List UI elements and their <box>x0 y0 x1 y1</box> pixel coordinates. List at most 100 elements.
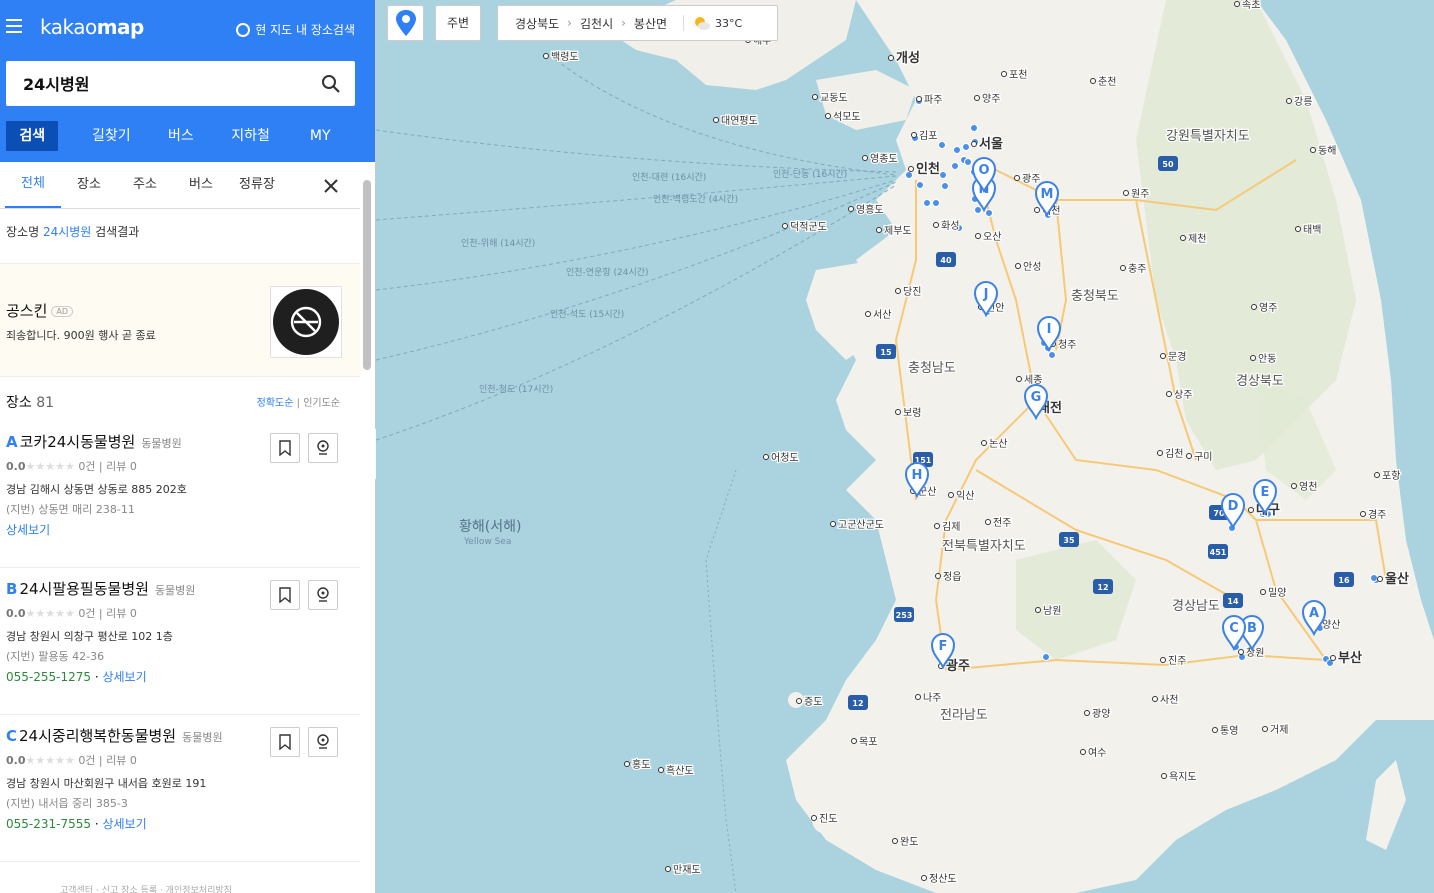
breadcrumb-province[interactable]: 경상북도 <box>515 15 559 32</box>
filter-tab-bus[interactable]: 버스 <box>173 162 229 208</box>
result-dot[interactable] <box>985 209 993 217</box>
result-links: 055-231-7555 · 상세보기 <box>6 817 147 831</box>
tab-directions[interactable]: 길찾기 <box>76 121 146 151</box>
result-dot[interactable] <box>923 199 931 207</box>
current-location-button[interactable] <box>387 5 424 41</box>
result-dot[interactable] <box>905 171 913 179</box>
result-item[interactable]: A 코카24시동물병원 동물병원 0.0★★★★★ 0건 | 리뷰 0 경남 김해시… <box>0 421 360 568</box>
result-dot[interactable] <box>970 124 978 132</box>
result-dot[interactable] <box>941 182 949 190</box>
city-label: 부산 <box>1338 650 1362 666</box>
city-label: 구미 <box>1194 451 1212 463</box>
city-dot <box>935 573 941 579</box>
result-dot[interactable] <box>939 171 947 179</box>
detail-link[interactable]: 상세보기 <box>102 817 146 831</box>
weather-widget[interactable]: 33°C <box>683 15 742 31</box>
city-dot <box>713 117 719 123</box>
result-dot[interactable] <box>1042 653 1050 661</box>
location-pin-icon <box>317 587 329 602</box>
result-dot[interactable] <box>964 158 972 166</box>
breadcrumb-city[interactable]: 김천시 <box>580 15 613 32</box>
result-dot[interactable] <box>962 143 970 151</box>
city-dot <box>1262 726 1268 732</box>
filter-tab-stop[interactable]: 정류장 <box>229 162 285 208</box>
result-title[interactable]: B 24시팔용필동물병원 동물병원 <box>6 578 195 599</box>
sort-popular[interactable]: 인기도순 <box>303 398 340 409</box>
city-dot <box>1234 1 1240 7</box>
city-label: 논산 <box>989 438 1007 450</box>
scroll-thumb[interactable] <box>363 180 371 370</box>
region-breadcrumb: 경상북도 › 김천시 › 봉산면 33°C <box>497 5 778 41</box>
result-dot[interactable] <box>1048 351 1056 359</box>
city-dot <box>782 223 788 229</box>
city-dot <box>1161 773 1167 779</box>
menu-icon[interactable] <box>6 19 22 33</box>
phone-number[interactable]: 055-231-7555 <box>6 817 91 831</box>
map-canvas[interactable]: 504015151351225370451141612인천-대련 (16시간) 인… <box>376 0 1434 893</box>
city-label: 영천 <box>1299 481 1317 493</box>
route-button[interactable] <box>308 580 338 610</box>
region-label: 전라남도 <box>940 708 988 723</box>
search-icon[interactable] <box>321 74 341 94</box>
bookmark-button[interactable] <box>270 727 300 757</box>
city-dot <box>1251 304 1257 310</box>
city-label: 나주 <box>923 692 941 704</box>
city-dot <box>830 521 836 527</box>
sidebar-scrollbar[interactable] <box>362 166 372 886</box>
tab-my[interactable]: MY <box>285 121 355 151</box>
city-label: 홍도 <box>632 758 650 771</box>
filter-tab-address[interactable]: 주소 <box>117 162 173 208</box>
city-label: 진도 <box>819 813 837 825</box>
city-dot <box>981 440 987 446</box>
city-label: 양주 <box>982 93 1000 105</box>
result-item[interactable]: C 24시중리행복한동물병원 동물병원 0.0★★★★★ 0건 | 리뷰 0 경남 … <box>0 715 360 862</box>
breadcrumb-town[interactable]: 봉산면 <box>634 15 667 32</box>
result-title[interactable]: A 코카24시동물병원 동물병원 <box>6 431 182 452</box>
result-dot[interactable] <box>916 181 924 189</box>
result-dot[interactable] <box>974 206 982 214</box>
city-dot <box>543 53 549 59</box>
map-area-search-toggle[interactable]: 현 지도 내 장소검색 <box>236 21 355 38</box>
route-button[interactable] <box>308 727 338 757</box>
highway-number: 15 <box>880 348 892 357</box>
sort-accuracy[interactable]: 정확도순 <box>257 398 294 409</box>
ad-thumbnail[interactable] <box>270 286 342 358</box>
city-dot <box>1080 749 1086 755</box>
result-title[interactable]: C 24시중리행복한동물병원 동물병원 <box>6 725 223 746</box>
city-dot <box>1260 589 1266 595</box>
tab-bus[interactable]: 버스 <box>146 121 216 151</box>
city-dot <box>1090 78 1096 84</box>
city-label: 원주 <box>1131 188 1149 200</box>
search-input[interactable] <box>21 72 315 93</box>
result-dot[interactable] <box>951 162 959 170</box>
city-dot <box>1377 576 1383 582</box>
filter-tab-all[interactable]: 전체 <box>5 162 61 208</box>
detail-link[interactable]: 상세보기 <box>6 523 50 537</box>
result-item[interactable]: B 24시팔용필동물병원 동물병원 0.0★★★★★ 0건 | 리뷰 0 경남 창원… <box>0 568 360 715</box>
kakaomap-logo[interactable]: kakaomap <box>40 15 144 39</box>
result-dot[interactable] <box>1370 574 1378 582</box>
result-category: 동물병원 <box>154 584 196 597</box>
bookmark-button[interactable] <box>270 433 300 463</box>
sidebar-footer[interactable]: 고객센터 · 신고 장소 등록 · 개인정보처리방침 <box>0 883 420 893</box>
ad-badge: AD <box>51 306 74 317</box>
result-dot[interactable] <box>953 146 961 154</box>
nearby-button[interactable]: 주변 <box>435 5 481 41</box>
region-label: 경상북도 <box>1236 374 1284 389</box>
tab-subway[interactable]: 지하철 <box>216 121 286 151</box>
marker-letter: C <box>1229 621 1239 636</box>
result-dot[interactable] <box>932 199 940 207</box>
result-dot[interactable] <box>938 141 946 149</box>
phone-number[interactable]: 055-255-1275 <box>6 670 91 684</box>
ad-title: 공스킨 AD <box>6 300 74 321</box>
route-button[interactable] <box>308 433 338 463</box>
ad-banner[interactable]: 공스킨 AD 죄송합니다. 900원 행사 곧 종료 <box>0 263 360 377</box>
detail-link[interactable]: 상세보기 <box>102 670 146 684</box>
tab-search[interactable]: 검색 <box>6 121 59 151</box>
close-icon[interactable] <box>324 179 338 193</box>
bookmark-button[interactable] <box>270 580 300 610</box>
filter-tab-place[interactable]: 장소 <box>61 162 117 208</box>
city-dot <box>658 767 664 773</box>
city-dot <box>1238 649 1244 655</box>
marker-letter: I <box>1047 322 1052 337</box>
